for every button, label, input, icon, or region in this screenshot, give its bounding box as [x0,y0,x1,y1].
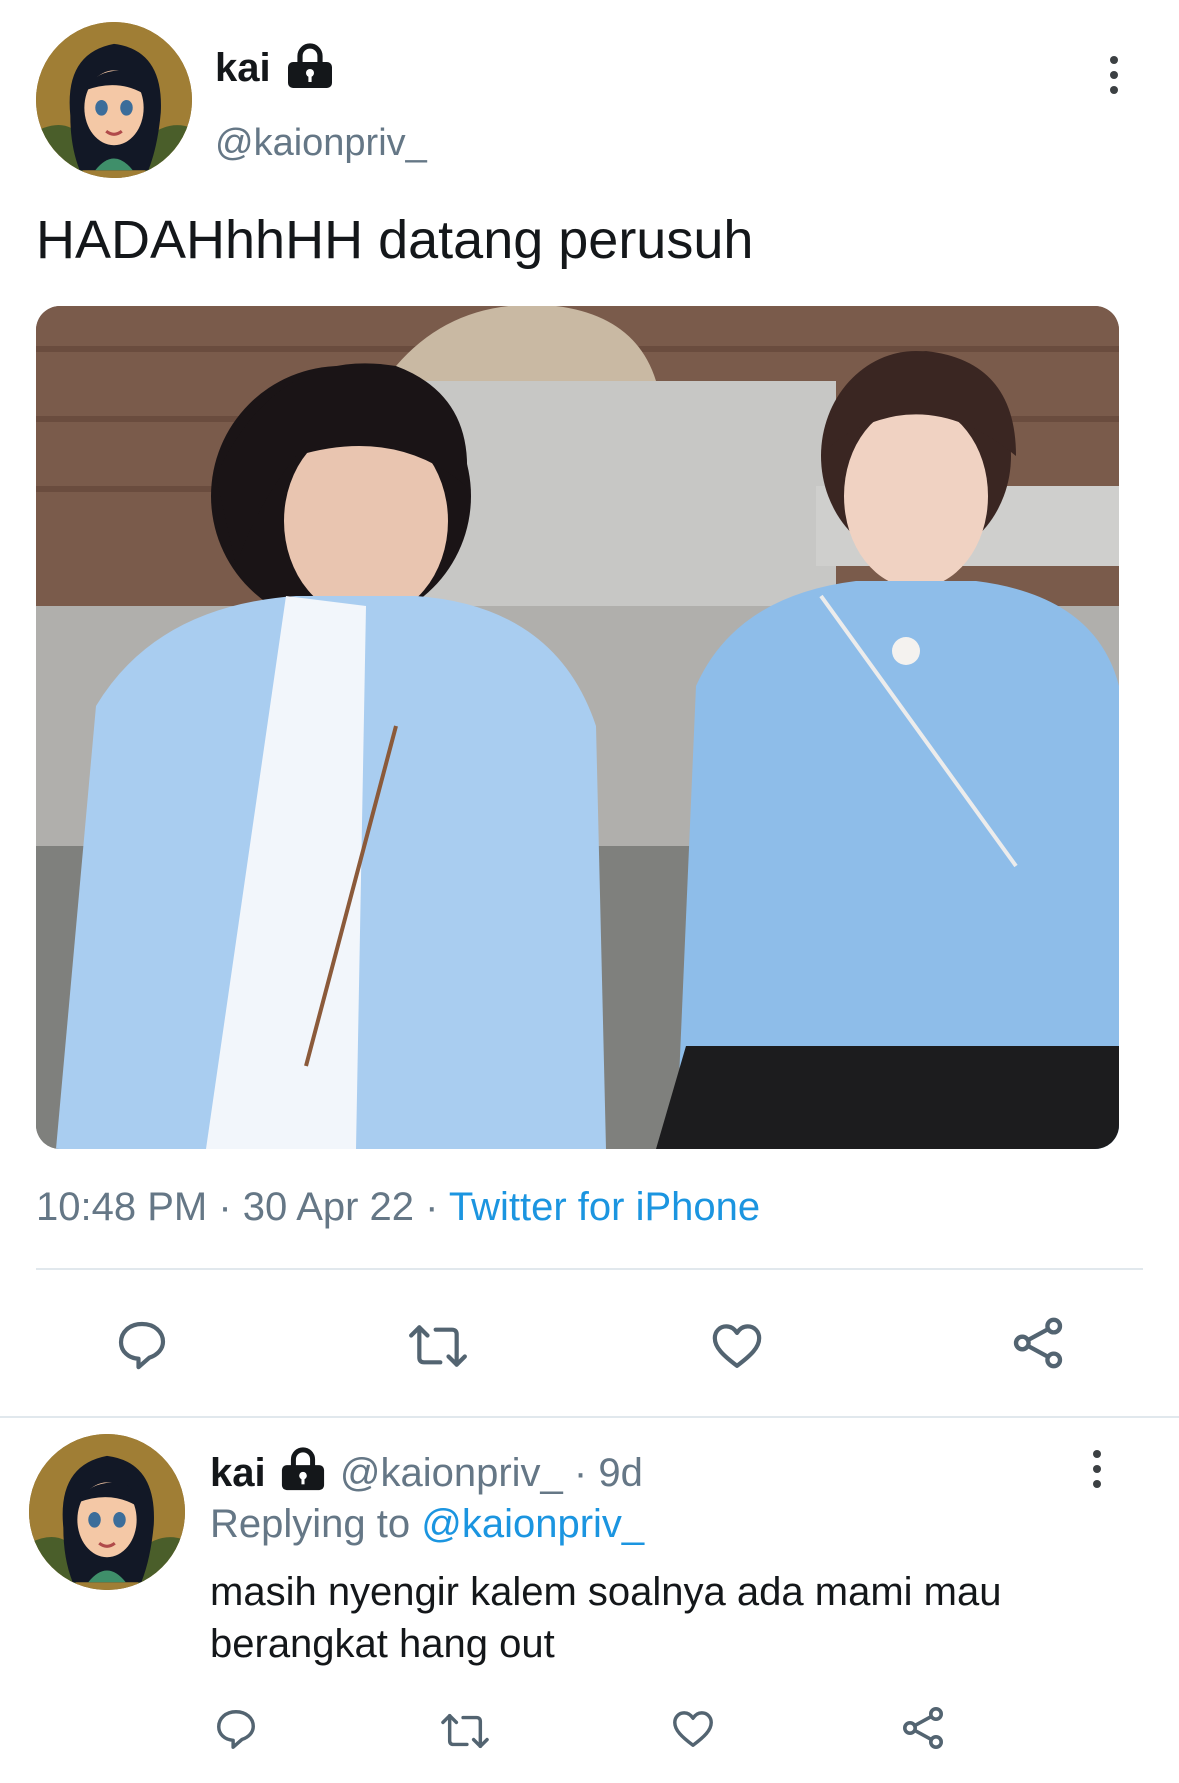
avatar[interactable] [29,1434,185,1590]
heart-icon[interactable] [708,1318,766,1374]
lock-icon [284,42,336,90]
tweet-media-image[interactable] [36,306,1119,1149]
tweet-date: 30 Apr 22 [242,1185,415,1229]
heart-icon[interactable] [669,1706,717,1752]
tweet-time: 10:48 PM [36,1185,208,1229]
reply-author-handle[interactable]: @kaionpriv_ [340,1451,563,1495]
more-vertical-icon[interactable] [1089,1450,1105,1494]
tweet-author-name[interactable]: kai [215,44,271,92]
reply-text-line: masih nyengir kalem soalnya ada mami mau [210,1570,1002,1614]
separator: · [425,1185,439,1229]
reply-text-line: berangkat hang out [210,1622,555,1666]
tweet-timestamp: 10:48 PM · 30 Apr 22 · Twitter for iPhon… [36,1183,760,1231]
replying-to: Replying to @kaionpriv_ [210,1500,644,1548]
lock-icon [277,1446,329,1492]
reply-text: masih nyengir kalem soalnya ada mami mau… [210,1566,1001,1670]
tweet-text: HADAHhhHH datang perusuh [36,210,754,270]
separator: · [218,1185,232,1229]
more-vertical-icon[interactable] [1106,56,1122,100]
replying-to-handle-link[interactable]: @kaionpriv_ [421,1502,644,1546]
tweet-author-handle[interactable]: @kaionpriv_ [215,120,427,166]
reply-author-name[interactable]: kai [210,1451,266,1495]
retweet-icon[interactable] [405,1318,471,1374]
replying-to-label: Replying to [210,1502,411,1546]
divider [36,1268,1143,1270]
reply-icon[interactable] [212,1706,260,1752]
reply-age: · 9d [573,1451,643,1495]
reply-icon[interactable] [113,1317,171,1373]
retweet-icon[interactable] [437,1708,493,1754]
share-icon[interactable] [898,1704,948,1752]
share-icon[interactable] [1008,1314,1068,1372]
reply-header: kai @kaionpriv_ · 9d [210,1446,643,1495]
divider [0,1416,1179,1418]
tweet-source-link[interactable]: Twitter for iPhone [449,1185,760,1229]
avatar[interactable] [36,22,192,178]
